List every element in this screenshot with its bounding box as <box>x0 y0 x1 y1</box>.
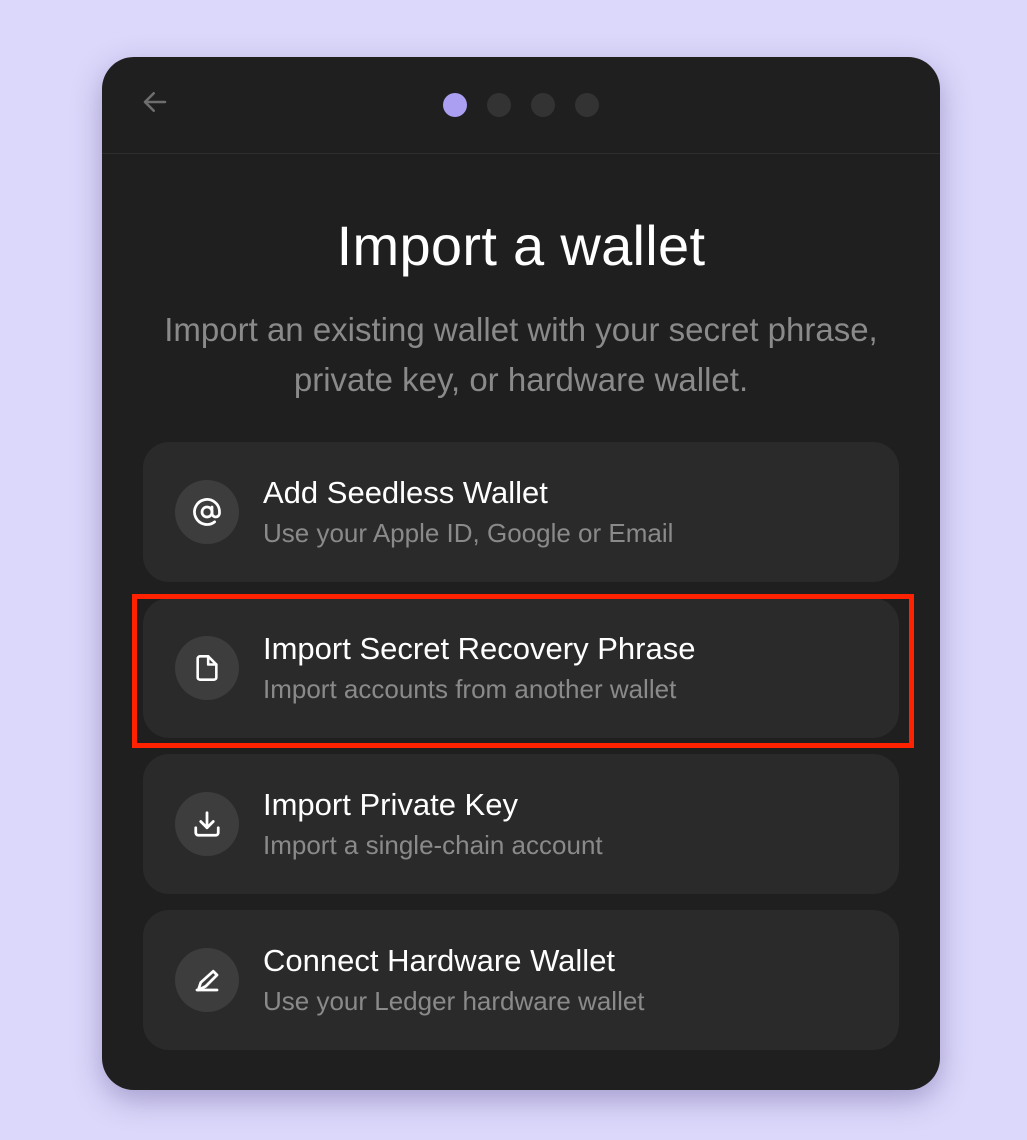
import-wallet-window: Import a wallet Import an existing walle… <box>102 57 940 1090</box>
option-import-private-key[interactable]: Import Private Key Import a single-chain… <box>143 754 899 894</box>
header <box>102 57 940 154</box>
option-title: Import Secret Recovery Phrase <box>263 631 696 666</box>
option-import-secret-recovery-phrase[interactable]: Import Secret Recovery Phrase Import acc… <box>143 598 899 738</box>
step-dot <box>575 93 599 117</box>
option-title: Import Private Key <box>263 787 518 822</box>
option-subtitle: Import accounts from another wallet <box>263 674 677 704</box>
step-dot <box>487 93 511 117</box>
step-dot <box>531 93 555 117</box>
option-connect-hardware-wallet[interactable]: Connect Hardware Wallet Use your Ledger … <box>143 910 899 1050</box>
at-sign-icon <box>175 480 239 544</box>
option-add-seedless-wallet[interactable]: Add Seedless Wallet Use your Apple ID, G… <box>143 442 899 582</box>
option-title: Connect Hardware Wallet <box>263 943 616 978</box>
page-subtitle: Import an existing wallet with your secr… <box>164 311 878 398</box>
page-title: Import a wallet <box>336 214 706 277</box>
document-icon <box>175 636 239 700</box>
step-indicator <box>443 93 599 117</box>
option-subtitle: Import a single-chain account <box>263 830 603 860</box>
option-subtitle: Use your Apple ID, Google or Email <box>263 518 674 548</box>
ledger-icon <box>175 948 239 1012</box>
option-subtitle: Use your Ledger hardware wallet <box>263 986 645 1016</box>
arrow-left-icon <box>143 92 167 112</box>
option-title: Add Seedless Wallet <box>263 475 548 510</box>
download-icon <box>175 792 239 856</box>
back-button[interactable] <box>138 85 172 119</box>
step-dot-active <box>443 93 467 117</box>
